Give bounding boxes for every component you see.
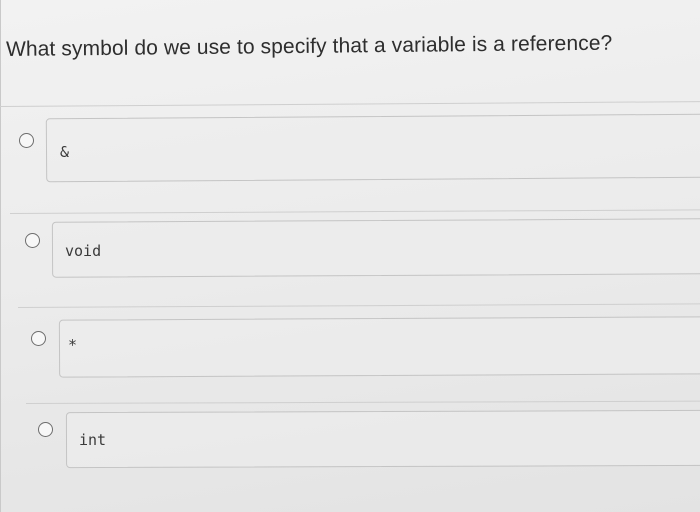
answer-choice-box[interactable]	[51, 218, 700, 278]
divider	[17, 303, 700, 308]
answer-choice-label: void	[65, 242, 102, 260]
answer-choice-box[interactable]	[58, 316, 700, 378]
answer-choice-label: *	[68, 336, 78, 354]
answer-option-2[interactable]: void	[0, 215, 700, 290]
divider	[0, 101, 700, 107]
answer-choice-label: int	[79, 431, 107, 449]
answer-option-3[interactable]: *	[0, 312, 700, 387]
radio-button[interactable]	[38, 422, 53, 437]
radio-button[interactable]	[25, 233, 40, 248]
answer-option-1[interactable]: &	[0, 110, 700, 190]
answer-choice-box[interactable]	[65, 409, 700, 469]
divider	[9, 209, 700, 214]
answer-choice-box[interactable]	[45, 113, 700, 183]
radio-button[interactable]	[31, 331, 46, 346]
answer-choice-label: &	[60, 143, 70, 161]
answer-option-4[interactable]: int	[0, 406, 700, 476]
divider	[25, 400, 700, 404]
radio-button[interactable]	[19, 133, 34, 148]
question-text: What symbol do we use to specify that a …	[5, 31, 613, 61]
